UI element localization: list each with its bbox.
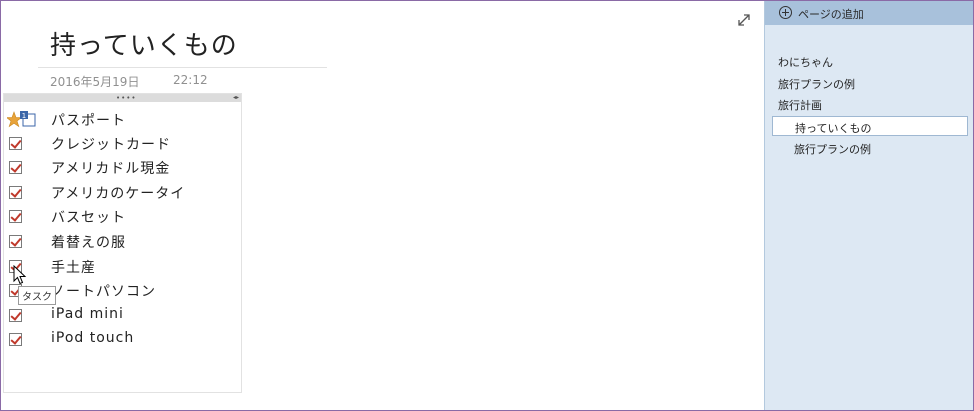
list-item[interactable]: 着替えの服 [4,230,241,254]
page-item[interactable]: 旅行プランの例 [794,141,871,157]
item-label[interactable]: ノートパソコン [51,281,156,301]
expand-icon[interactable] [736,12,752,28]
onenote-window: 持っていくもの 2016年5月19日 22:12 •••• ◂▸ 1 パスポート… [0,0,974,411]
list-item[interactable]: アメリカのケータイ [4,181,241,205]
add-circle-icon [779,6,792,19]
item-label[interactable]: 着替えの服 [51,232,126,252]
checkbox-checked-icon[interactable] [9,333,22,346]
resize-icon[interactable]: ◂▸ [233,95,239,101]
page-date: 2016年5月19日 [50,75,140,89]
add-page-button[interactable]: ページの追加 [765,1,973,25]
item-label[interactable]: iPod touch [51,330,134,346]
checkbox-checked-icon[interactable] [9,186,22,199]
list-item[interactable]: アメリカドル現金 [4,156,241,180]
checkbox-checked-icon[interactable] [9,210,22,223]
list-item[interactable]: 1 パスポート [4,108,241,132]
item-label[interactable]: アメリカのケータイ [51,183,185,203]
page-item-selected[interactable]: 持っていくもの [772,116,968,136]
page-item[interactable]: 旅行プランの例 [778,76,855,92]
list-item[interactable]: 手土産 [4,255,241,279]
tooltip: タスク [18,286,56,305]
item-label[interactable]: バスセット [51,207,126,227]
add-page-label: ページの追加 [798,8,864,21]
checkbox-checked-icon[interactable] [9,161,22,174]
title-underline [38,67,327,68]
page-item-label: 持っていくもの [795,122,872,135]
page-item[interactable]: 旅行計画 [778,97,822,113]
item-label[interactable]: 手土産 [51,257,96,277]
list-item[interactable]: クレジットカード [4,132,241,156]
grip-icon[interactable]: •••• [116,95,137,102]
item-label[interactable]: クレジットカード [51,134,171,154]
item-label[interactable]: iPad mini [51,306,124,322]
checkbox-checked-icon[interactable] [9,137,22,150]
checkbox-checked-icon[interactable] [9,235,22,248]
note-container-handle[interactable]: •••• ◂▸ [4,94,241,102]
list-item[interactable]: iPod touch [4,328,241,352]
pages-pane: ページの追加 わにちゃん 旅行プランの例 旅行計画 持っていくもの 旅行プランの… [764,1,973,410]
item-label[interactable]: パスポート [51,110,126,130]
svg-text:1: 1 [22,112,26,120]
list-item[interactable]: iPad mini [4,304,241,328]
note-container[interactable]: •••• ◂▸ 1 パスポート クレジットカード アメリカドル現金 アメリカのケ… [3,93,242,393]
star-icon [5,111,23,128]
priority-icon: 1 [20,111,36,127]
list-item[interactable]: バスセット [4,205,241,229]
note-tag-icons[interactable]: 1 [5,111,43,129]
item-label[interactable]: アメリカドル現金 [51,158,170,178]
page-item[interactable]: わにちゃん [778,54,833,70]
page-time: 22:12 [173,73,208,87]
page-title[interactable]: 持っていくもの [50,25,238,62]
checkbox-checked-icon[interactable] [9,309,22,322]
